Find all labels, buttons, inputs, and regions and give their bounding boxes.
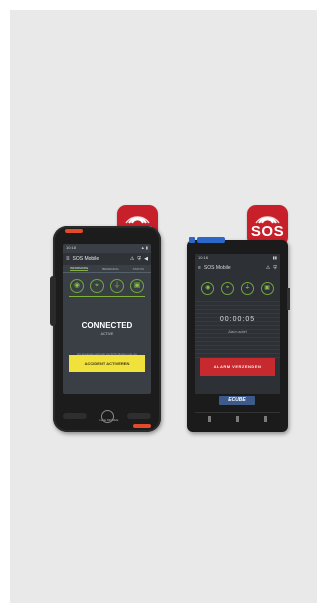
orange-accent <box>65 229 83 233</box>
app-title: SOS Mobile <box>203 265 231 271</box>
signal-icon: ▮▮ <box>272 255 277 260</box>
hardware-buttons <box>63 408 151 424</box>
orange-accent <box>133 424 151 428</box>
hardware-key[interactable] <box>264 416 268 422</box>
side-bumper <box>50 276 56 326</box>
app-bar: ≡ SOS Mobile ⚠ ⛨ <box>195 262 280 274</box>
signal-waves-icon <box>255 216 280 224</box>
status-time: 10:18 <box>66 245 77 250</box>
connection-state: CONNECTED <box>81 321 133 330</box>
alarm-timer: 00:00:05 <box>219 316 256 323</box>
rugged-phone-left: 10:18 ▲ ▮ ≡ SOS Mobile ⚠ ⛨ ◀ INFORMATIE … <box>50 226 161 432</box>
status-bar: 10:18 ▲ ▮ <box>63 244 151 253</box>
hardware-key[interactable] <box>127 413 151 419</box>
tab-bar: INFORMATIE BEDIENING STATUS <box>63 265 151 273</box>
status-icon-row: ◉ ⌖ ⏚ ▣ <box>63 273 151 293</box>
background-pattern <box>195 298 280 358</box>
signal-icon: ◉ <box>201 282 215 295</box>
status-icons: ▲ ▮ <box>140 245 148 250</box>
status-bar: 10:18 ▮▮ <box>195 254 280 262</box>
sos-label: SOS <box>250 223 285 240</box>
shield-icon[interactable]: ⛨ <box>273 265 277 271</box>
status-time: 10:18 <box>198 255 209 260</box>
brand-logo: ECUBE <box>219 396 255 405</box>
activate-button[interactable]: ACCIDENT ACTIVEREN <box>69 355 145 372</box>
signal-waves-icon <box>125 216 150 224</box>
warning-icon[interactable]: ⚠ <box>266 265 270 271</box>
app-bar: ≡ SOS Mobile ⚠ ⛨ ◀ <box>63 253 151 265</box>
home-button[interactable] <box>100 409 114 423</box>
alarm-sub: Alarm actief <box>228 330 247 334</box>
hardware-keys <box>195 412 280 425</box>
phone-screen: 10:18 ▮▮ ≡ SOS Mobile ⚠ ⛨ ◉ ⌖ ⏚ ▣ 00:00:… <box>195 254 280 394</box>
plug-icon: ⏚ <box>240 282 254 295</box>
battery-icon: ▣ <box>130 279 144 293</box>
app-title: SOS Mobile <box>72 256 100 262</box>
connection-sub: ACTIVE <box>100 332 114 336</box>
hardware-key[interactable] <box>63 413 87 419</box>
warning-icon[interactable]: ⚠ <box>130 256 134 262</box>
phone-screen: 10:18 ▲ ▮ ≡ SOS Mobile ⚠ ⛨ ◀ INFORMATIE … <box>63 244 151 394</box>
plug-icon: ⏚ <box>110 279 124 293</box>
shield-icon[interactable]: ⛨ <box>137 256 141 262</box>
status-icon-row: ◉ ⌖ ⏚ ▣ <box>195 274 280 295</box>
tab-control[interactable]: BEDIENING <box>102 267 119 271</box>
rugged-phone-right: 10:18 ▮▮ ≡ SOS Mobile ⚠ ⛨ ◉ ⌖ ⏚ ▣ 00:00:… <box>187 237 290 432</box>
location-icon: ⌖ <box>90 279 104 293</box>
side-button[interactable] <box>287 288 290 310</box>
location-icon: ⌖ <box>221 282 235 295</box>
hardware-key[interactable] <box>235 416 239 422</box>
battery-icon: ▣ <box>260 282 274 295</box>
menu-icon[interactable]: ≡ <box>66 256 70 262</box>
alarm-button[interactable]: ALARM VERZENDEN <box>200 358 275 376</box>
tab-status[interactable]: STATUS <box>133 267 144 271</box>
blue-accent <box>197 237 225 243</box>
blue-accent <box>189 237 195 243</box>
tab-info[interactable]: INFORMATIE <box>69 266 89 271</box>
signal-icon: ◉ <box>70 279 84 293</box>
hardware-key[interactable] <box>207 416 211 422</box>
divider <box>69 296 145 297</box>
menu-icon[interactable]: ≡ <box>198 265 201 271</box>
speaker-icon[interactable]: ◀ <box>144 256 148 262</box>
